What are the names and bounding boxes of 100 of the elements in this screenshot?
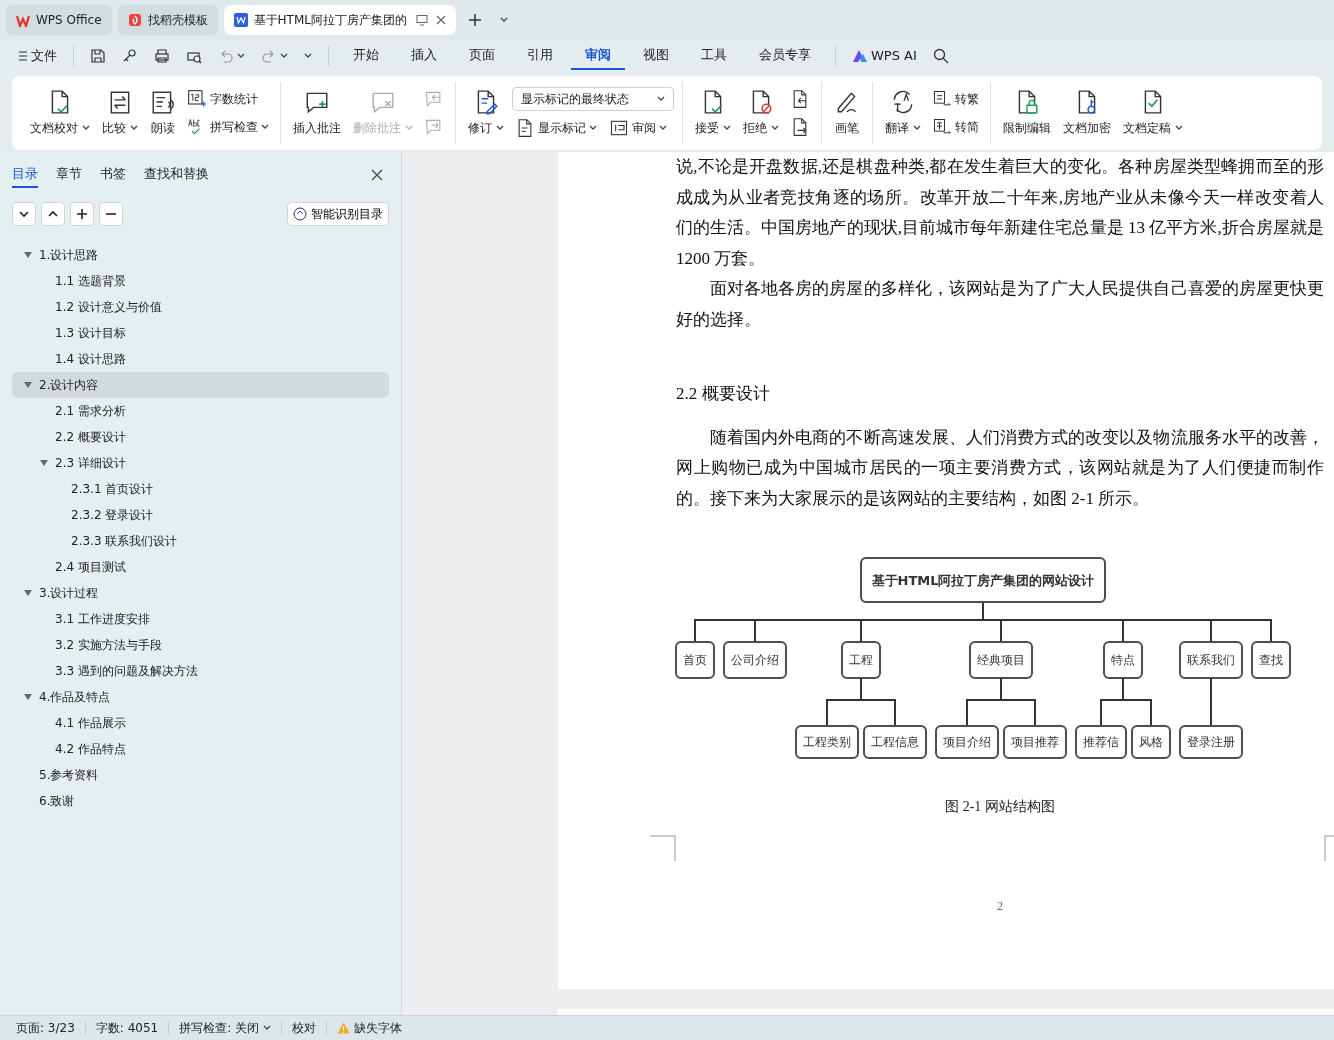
expand-caret-icon[interactable] [24,590,32,596]
caret-icon [499,17,508,23]
smart-toc-button[interactable]: 智能识别目录 [287,202,389,226]
caret-icon [659,125,667,131]
diagram-node: 经典项目 [969,641,1033,679]
ribbon-button[interactable]: 画笔 [830,87,864,139]
toc-item[interactable]: 5.参考资料 [12,762,389,788]
missing-font-button[interactable]: 缺失字体 [331,1019,409,1037]
panel-tab[interactable]: 查找和替换 [144,162,209,188]
toc-item[interactable]: 1.设计思路 [12,242,389,268]
ribbon-tab[interactable]: 工具 [687,42,741,70]
caret-icon [261,124,269,130]
ribbon-button[interactable]: 接受 [691,87,735,139]
toc-item[interactable]: 4.作品及特点 [12,684,389,710]
panel-tab[interactable]: 章节 [56,162,82,188]
toc-item[interactable]: 4.1 作品展示 [12,710,389,736]
toc-item[interactable]: 3.设计过程 [12,580,389,606]
close-icon [371,169,383,181]
caret-icon [589,125,597,131]
toc-item[interactable]: 2.3.1 首页设计 [12,476,389,502]
status-button[interactable]: 校对 [286,1019,323,1037]
status-text: 页面: 3/23 [15,1020,76,1037]
ribbon-tab[interactable]: 审阅 [571,42,625,70]
toc-item[interactable]: 3.3 遇到的问题及解决方法 [12,658,389,684]
save-icon [90,48,106,64]
ribbon-button[interactable]: 限制编辑 [999,87,1055,139]
ribbon-button[interactable]: 字数统计 [184,88,261,110]
diagram-node: 风格 [1131,725,1171,759]
markup-mode-select[interactable]: 显示标记的最终状态 [512,87,674,111]
ribbon-tab[interactable]: 页面 [455,42,509,70]
toc-item[interactable]: 2.1 需求分析 [12,398,389,424]
word-count-icon [187,89,207,109]
diagram-node: 查找 [1251,641,1291,679]
ribbon-button[interactable]: 插入批注 [289,87,345,139]
toc-item[interactable]: 1.3 设计目标 [12,320,389,346]
window-tab[interactable]: 找稻壳模板 [117,5,218,35]
expand-caret-icon[interactable] [24,382,32,388]
ribbon-button[interactable]: 翻译 [881,87,925,139]
ribbon-tab[interactable]: 插入 [397,42,451,70]
expand-button[interactable] [41,202,65,226]
caret-icon [263,1025,272,1031]
window-tab[interactable]: 基于HTML阿拉丁房产集团的 [223,5,456,35]
ribbon-button[interactable]: 比较 [98,87,142,139]
status-button[interactable]: 拼写检查: 关闭 [173,1019,278,1037]
caret-icon [237,53,245,59]
toc-item[interactable]: 6.致谢 [12,788,389,814]
toc-item[interactable]: 1.2 设计意义与价值 [12,294,389,320]
ribbon-button[interactable]: 转繁 [929,88,982,110]
expand-caret-icon[interactable] [24,694,32,700]
toc-item[interactable]: 2.4 项目测试 [12,554,389,580]
expand-caret-icon[interactable] [24,252,32,258]
diagram-node: 工程信息 [863,725,927,759]
ribbon-tab[interactable]: 引用 [513,42,567,70]
diagram-node: 基于HTML阿拉丁房产集团的网站设计 [860,557,1106,603]
toc-item[interactable]: 1.1 选题背景 [12,268,389,294]
diagram-node: 首页 [675,641,715,679]
toc-item[interactable]: 2.3.2 登录设计 [12,502,389,528]
toc-item[interactable]: 4.2 作品特点 [12,736,389,762]
ribbon-button[interactable]: 文档校对 [26,87,94,139]
read-aloud-icon [150,89,176,115]
ribbon-button[interactable]: 文档加密 [1059,87,1115,139]
panel-tab[interactable]: 书签 [100,162,126,188]
toc-item[interactable]: 1.4 设计思路 [12,346,389,372]
panel-tab[interactable]: 目录 [12,162,38,188]
collapse-button[interactable] [12,202,36,226]
body-paragraph: 面对各地各房的房屋的多样化，该网站是为了广大人民提供自己喜爱的房屋更快更好的选择。 [676,278,1324,331]
menu-icon [18,50,28,62]
diagram-node: 公司介绍 [723,641,787,679]
caret-icon [304,53,312,59]
diagram-node: 推荐信 [1075,725,1127,759]
diagram-node: 项目介绍 [935,725,999,759]
ribbon-button[interactable]: 朗读 [146,87,180,139]
page-number: 2 [996,898,1004,915]
caret-icon [82,125,90,131]
toc-item[interactable]: 2.2 概要设计 [12,424,389,450]
file-menu[interactable]: 文件 [12,44,63,68]
ribbon-tab[interactable]: 开始 [339,42,393,70]
body-paragraph: 说,不论是开盘数据,还是棋盘种类,都在发生着巨大的变化。各种房屋类型蜂拥而至的形成成为从业者竞技角逐的场所。改革开放二十年来,房地产业从未像今天一样改变着人们的生活。中国房地产的现状,目前城市每年新建住宅总量是 13 亿平方米,折合房屋就是 1200 万套。 [676,156,1324,270]
toc-item[interactable]: 3.1 工作进度安排 [12,606,389,632]
connector-line [826,677,896,727]
ribbon-tab[interactable]: 视图 [629,42,683,70]
ribbon-button[interactable]: 显示标记 [512,117,600,139]
ribbon-button[interactable]: 修订 [464,87,508,139]
toc-item[interactable]: 2.3 详细设计 [12,450,389,476]
promote-button[interactable] [70,202,94,226]
chevron-down-icon [18,208,30,220]
toc-item[interactable]: 2.3.3 联系我们设计 [12,528,389,554]
ribbon-button[interactable]: 文档定稿 [1119,87,1187,139]
ribbon-button[interactable]: 转简 [929,116,982,138]
ribbon-tab[interactable]: 会员专享 [745,42,825,70]
ribbon-button[interactable]: 审阅 [606,117,670,139]
toc-item[interactable]: 2.设计内容 [12,372,389,398]
ribbon-button[interactable]: 拒绝 [739,87,783,139]
window-tab[interactable]: WPS Office [6,5,112,35]
toc-item[interactable]: 3.2 实施方法与手段 [12,632,389,658]
expand-caret-icon[interactable] [40,460,48,466]
ribbon-button[interactable]: 拼写检查 [184,116,272,138]
ai-button[interactable]: WPS AI [846,44,923,68]
plus-icon [76,208,88,220]
demote-button[interactable] [99,202,123,226]
